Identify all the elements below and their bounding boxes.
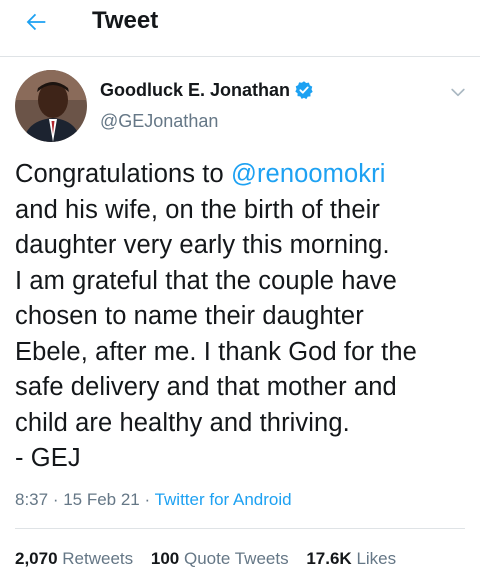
quote-tweets-label: Quote Tweets [184, 549, 289, 568]
avatar[interactable] [15, 70, 87, 142]
tweet-source-link[interactable]: Twitter for Android [155, 490, 292, 509]
author-handle[interactable]: @GEJonathan [100, 110, 218, 132]
verified-badge-icon [295, 81, 313, 100]
tweet-line-text: Congratulations to [15, 160, 231, 188]
tweet-line: I am grateful that the couple have [15, 266, 397, 295]
retweets-label: Retweets [62, 549, 134, 568]
quote-tweets-count: 100 [150, 549, 180, 568]
page-title: Tweet [92, 7, 159, 34]
arrow-left-icon[interactable] [22, 8, 50, 36]
mention-link[interactable]: @renoomokri [231, 160, 386, 188]
likes-label: Likes [356, 549, 397, 568]
tweet-line: and his wife, on the birth of their [15, 195, 380, 224]
likes-stat[interactable]: 17.6K Likes [306, 548, 396, 570]
tweet-stats: 2,070 Retweets 100 Quote Tweets 17.6K Li… [15, 548, 409, 570]
tweet-date: 15 Feb 21 [63, 490, 140, 509]
tweet-line: daughter very early this morning. [15, 231, 390, 259]
tweet-line: - GEJ [15, 444, 81, 472]
author-name[interactable]: Goodluck E. Jonathan [100, 79, 290, 101]
header-divider [0, 56, 480, 57]
tweet-line: chosen to name their daughter [15, 302, 364, 330]
tweet-meta: 8:37 · 15 Feb 21 · Twitter for Android [15, 489, 292, 511]
likes-count: 17.6K [306, 549, 352, 568]
tweet-line: child are healthy and thriving. [15, 408, 350, 437]
meta-divider [15, 528, 465, 529]
quote-tweets-stat[interactable]: 100 Quote Tweets [151, 548, 289, 570]
retweets-stat[interactable]: 2,070 Retweets [15, 548, 133, 570]
tweet-time: 8:37 [15, 490, 49, 509]
retweets-count: 2,070 [15, 549, 58, 568]
tweet-line: safe delivery and that mother and [15, 373, 397, 401]
tweet-text: Congratulations to @renoomokri and his w… [15, 157, 470, 477]
tweet-line: Ebele, after me. I thank God for the [15, 337, 417, 366]
tweet-line: Congratulations to @renoomokri [15, 157, 470, 193]
meta-separator: · [48, 490, 64, 509]
chevron-down-icon[interactable] [448, 82, 468, 102]
avatar-image [15, 70, 87, 142]
meta-separator: · [139, 490, 155, 509]
top-bar: Tweet [0, 0, 480, 46]
